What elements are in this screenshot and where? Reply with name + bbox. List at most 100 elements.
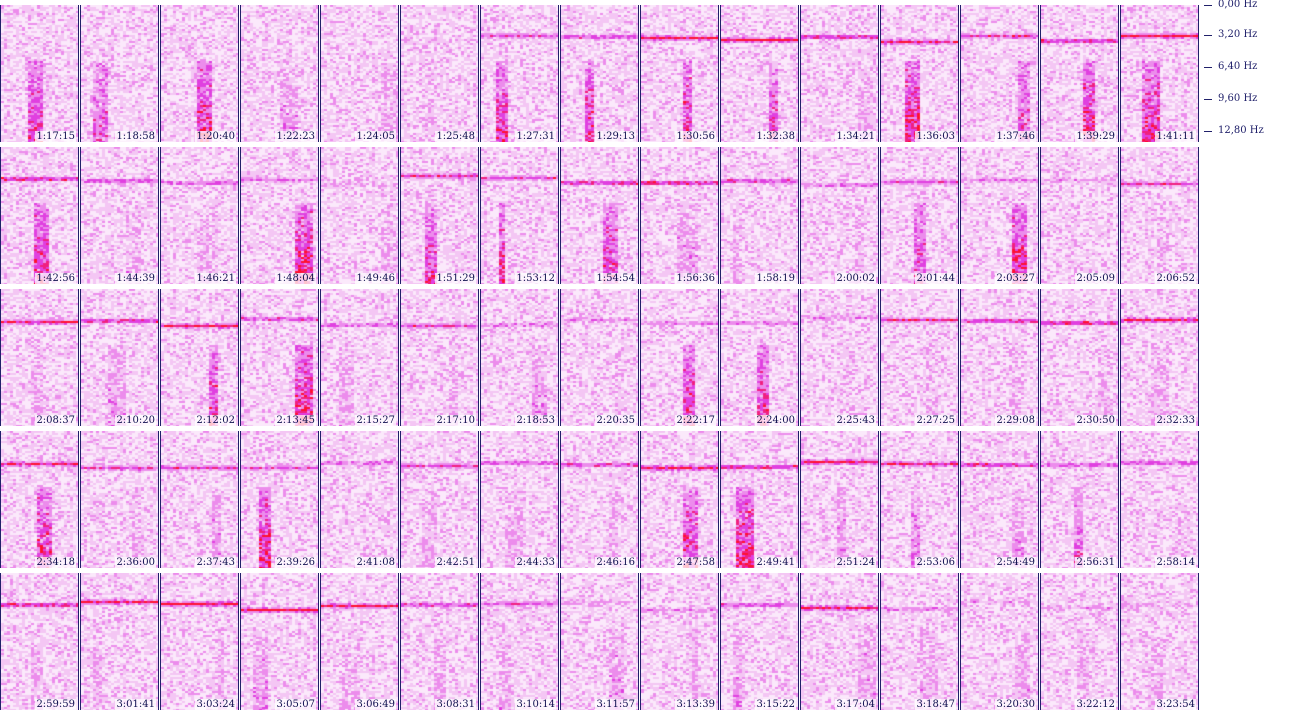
timestamp-label: 2:32:33: [1155, 415, 1196, 426]
spectrogram-image: [241, 431, 318, 568]
spectrogram-tile: 1:49:46: [320, 147, 399, 284]
spectrogram-tile: 2:58:14: [1120, 431, 1199, 568]
spectrogram-tile: 2:01:44: [880, 147, 959, 284]
spectrogram-image: [241, 5, 318, 142]
spectrogram-tile: 2:06:52: [1120, 147, 1199, 284]
spectrogram-tile: 1:44:39: [80, 147, 159, 284]
timestamp-label: 3:10:14: [515, 699, 556, 710]
spectrogram-tile: 3:05:07: [240, 573, 319, 710]
timestamp-label: 2:42:51: [435, 557, 476, 568]
spectrogram-tile: 1:46:21: [160, 147, 239, 284]
spectrogram-image: [161, 5, 238, 142]
spectrogram-tile: 2:30:50: [1040, 289, 1119, 426]
spectrogram-image: [241, 573, 318, 710]
spectrogram-tile: 1:32:38: [720, 5, 799, 142]
timestamp-label: 2:47:58: [675, 557, 716, 568]
timestamp-label: 2:20:35: [595, 415, 636, 426]
spectrogram-image: [561, 147, 638, 284]
spectrogram-tile: 2:46:16: [560, 431, 639, 568]
timestamp-label: 3:03:24: [195, 699, 236, 710]
spectrogram-tile: 2:13:45: [240, 289, 319, 426]
spectrogram-image: [81, 289, 158, 426]
timestamp-label: 2:44:33: [515, 557, 556, 568]
spectrogram-tile: 3:20:30: [960, 573, 1039, 710]
spectrogram-image: [1121, 573, 1198, 710]
spectrogram-tile: 2:24:00: [720, 289, 799, 426]
freq-tick: [1204, 5, 1212, 6]
timestamp-label: 1:27:31: [515, 131, 556, 142]
timestamp-label: 2:39:26: [275, 557, 316, 568]
spectrogram-tile: 2:39:26: [240, 431, 319, 568]
spectrogram-image: [481, 5, 558, 142]
spectrogram-image: [401, 147, 478, 284]
timestamp-label: 1:51:29: [435, 273, 476, 284]
timestamp-label: 2:30:50: [1075, 415, 1116, 426]
timestamp-label: 1:58:19: [755, 273, 796, 284]
spectrogram-tile: 2:36:00: [80, 431, 159, 568]
freq-tick-label: 9,60 Hz: [1218, 93, 1258, 104]
timestamp-label: 2:54:49: [995, 557, 1036, 568]
timestamp-label: 1:34:21: [835, 131, 876, 142]
spectrogram-image: [801, 289, 878, 426]
spectrogram-image: [721, 289, 798, 426]
timestamp-label: 1:49:46: [355, 273, 396, 284]
timestamp-label: 2:41:08: [355, 557, 396, 568]
freq-tick-label: 0,00 Hz: [1218, 0, 1258, 10]
spectrogram-tile: 1:29:13: [560, 5, 639, 142]
spectrogram-image: [1121, 5, 1198, 142]
spectrogram-tile: 1:24:05: [320, 5, 399, 142]
spectrogram-image: [641, 573, 718, 710]
spectrogram-tile: 3:06:49: [320, 573, 399, 710]
spectrogram-image: [321, 431, 398, 568]
spectrogram-image: [1041, 573, 1118, 710]
timestamp-label: 1:30:56: [675, 131, 716, 142]
spectrogram-tile: 1:42:56: [0, 147, 79, 284]
spectrogram-grid: 1:17:15 1:18:58 1:20:40 1:22:23 1:24:05 1:25:…: [0, 0, 1303, 715]
timestamp-label: 2:05:09: [1075, 273, 1116, 284]
spectrogram-tile: 2:10:20: [80, 289, 159, 426]
spectrogram-image: [721, 147, 798, 284]
spectrogram-tile: 2:05:09: [1040, 147, 1119, 284]
timestamp-label: 3:13:39: [675, 699, 716, 710]
spectrogram-tile: 2:59:59: [0, 573, 79, 710]
spectrogram-tile: 2:53:06: [880, 431, 959, 568]
spectrogram-image: [561, 573, 638, 710]
spectrogram-tile: 2:25:43: [800, 289, 879, 426]
freq-tick-label: 3,20 Hz: [1218, 29, 1258, 40]
timestamp-label: 1:37:46: [995, 131, 1036, 142]
timestamp-label: 3:17:04: [835, 699, 876, 710]
spectrogram-tile: 1:53:12: [480, 147, 559, 284]
timestamp-label: 1:56:36: [675, 273, 716, 284]
spectrogram-image: [721, 431, 798, 568]
freq-tick: [1204, 131, 1212, 132]
spectrogram-tile: 3:22:12: [1040, 573, 1119, 710]
spectrogram-image: [881, 289, 958, 426]
timestamp-label: 1:24:05: [355, 131, 396, 142]
timestamp-label: 1:29:13: [595, 131, 636, 142]
timestamp-label: 2:18:53: [515, 415, 556, 426]
spectrogram-image: [881, 431, 958, 568]
timestamp-label: 3:15:22: [755, 699, 796, 710]
spectrogram-tile: 3:23:54: [1120, 573, 1199, 710]
spectrogram-tile: 2:34:18: [0, 431, 79, 568]
spectrogram-image: [401, 289, 478, 426]
spectrogram-image: [1041, 147, 1118, 284]
timestamp-label: 1:36:03: [915, 131, 956, 142]
timestamp-label: 2:49:41: [755, 557, 796, 568]
spectrogram-image: [481, 573, 558, 710]
spectrogram-image: [401, 5, 478, 142]
spectrogram-image: [961, 289, 1038, 426]
timestamp-label: 2:00:02: [835, 273, 876, 284]
spectrogram-tile: 1:30:56: [640, 5, 719, 142]
spectrogram-tile: 2:20:35: [560, 289, 639, 426]
timestamp-label: 1:20:40: [195, 131, 236, 142]
spectrogram-tile: 1:22:23: [240, 5, 319, 142]
spectrogram-image: [961, 5, 1038, 142]
spectrogram-tile: 3:11:57: [560, 573, 639, 710]
timestamp-label: 2:53:06: [915, 557, 956, 568]
timestamp-label: 2:56:31: [1075, 557, 1116, 568]
timestamp-label: 2:59:59: [35, 699, 76, 710]
spectrogram-tile: 1:58:19: [720, 147, 799, 284]
spectrogram-image: [161, 147, 238, 284]
spectrogram-image: [161, 573, 238, 710]
